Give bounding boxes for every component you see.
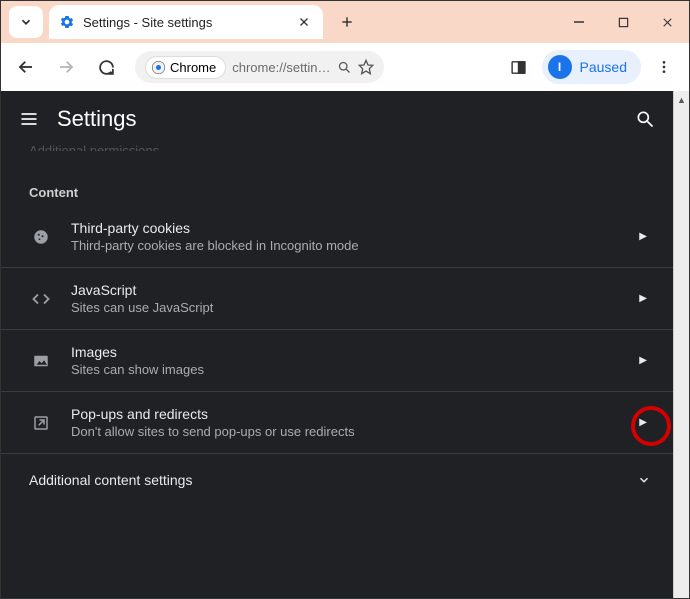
forward-button[interactable]	[49, 50, 83, 84]
row-title: Images	[71, 344, 621, 360]
row-desc: Don't allow sites to send pop-ups or use…	[71, 424, 621, 439]
launch-icon	[32, 414, 50, 432]
scroll-track[interactable]	[674, 109, 689, 598]
tab-close-button[interactable]	[295, 13, 313, 31]
cookie-icon	[32, 228, 50, 246]
chevron-right-icon: ▶	[639, 231, 653, 242]
page-title: Settings	[57, 106, 137, 132]
settings-header: Settings	[1, 91, 673, 147]
chevron-down-icon	[19, 15, 33, 29]
chevron-right-icon: ▶	[639, 417, 653, 428]
browser-titlebar: Settings - Site settings	[1, 1, 689, 43]
site-chip-label: Chrome	[170, 60, 216, 75]
paused-label: Paused	[580, 59, 627, 75]
url-text: chrome://settin…	[232, 60, 330, 75]
scroll-up-button[interactable]: ▲	[674, 91, 689, 109]
row-title: Pop-ups and redirects	[71, 406, 621, 422]
row-desc: Sites can use JavaScript	[71, 300, 621, 315]
settings-page: Settings Additional permissions Content …	[1, 91, 689, 598]
tab-search-button[interactable]	[9, 6, 43, 38]
vertical-scrollbar[interactable]: ▲	[673, 91, 689, 598]
reload-icon	[98, 59, 115, 76]
cutoff-text: Additional permissions	[1, 143, 673, 151]
new-tab-button[interactable]	[331, 6, 363, 38]
image-icon	[32, 352, 50, 370]
minimize-button[interactable]	[557, 1, 601, 43]
profile-paused-pill[interactable]: I Paused	[542, 50, 641, 84]
settings-search-button[interactable]	[635, 109, 655, 129]
side-panel-icon	[510, 59, 527, 76]
section-label-content: Content	[1, 151, 673, 206]
browser-tab[interactable]: Settings - Site settings	[49, 5, 323, 39]
chevron-right-icon: ▶	[639, 293, 653, 304]
row-additional-content-settings[interactable]: Additional content settings	[1, 454, 673, 506]
maximize-button[interactable]	[601, 1, 645, 43]
browser-toolbar: Chrome chrome://settin… I Paused	[1, 43, 689, 91]
side-panel-button[interactable]	[502, 50, 536, 84]
tab-title: Settings - Site settings	[83, 15, 287, 30]
arrow-right-icon	[57, 58, 75, 76]
chrome-menu-button[interactable]	[647, 50, 681, 84]
maximize-icon	[618, 17, 629, 28]
row-desc: Third-party cookies are blocked in Incog…	[71, 238, 621, 253]
plus-icon	[340, 15, 354, 29]
row-title: Third-party cookies	[71, 220, 621, 236]
back-button[interactable]	[9, 50, 43, 84]
row-popups-redirects[interactable]: Pop-ups and redirects Don't allow sites …	[1, 392, 673, 454]
reload-button[interactable]	[89, 50, 123, 84]
gear-icon	[59, 14, 75, 30]
search-icon	[635, 109, 655, 129]
minimize-icon	[573, 16, 585, 28]
arrow-left-icon	[17, 58, 35, 76]
chevron-down-icon	[637, 473, 651, 487]
row-desc: Sites can show images	[71, 362, 621, 377]
chrome-icon	[151, 60, 166, 75]
hamburger-icon	[19, 109, 39, 129]
star-icon[interactable]	[358, 59, 374, 75]
close-icon	[298, 16, 310, 28]
code-icon	[32, 290, 50, 308]
row-title: JavaScript	[71, 282, 621, 298]
row-title: Additional content settings	[29, 472, 192, 488]
chevron-right-icon: ▶	[639, 355, 653, 366]
kebab-icon	[656, 59, 672, 75]
avatar: I	[548, 55, 572, 79]
window-controls	[557, 1, 689, 43]
zoom-icon[interactable]	[337, 60, 352, 75]
row-javascript[interactable]: JavaScript Sites can use JavaScript ▶	[1, 268, 673, 330]
site-chip[interactable]: Chrome	[145, 56, 226, 79]
row-third-party-cookies[interactable]: Third-party cookies Third-party cookies …	[1, 206, 673, 268]
row-images[interactable]: Images Sites can show images ▶	[1, 330, 673, 392]
close-icon	[661, 16, 674, 29]
close-window-button[interactable]	[645, 1, 689, 43]
menu-button[interactable]	[19, 109, 39, 129]
address-bar[interactable]: Chrome chrome://settin…	[135, 51, 384, 83]
